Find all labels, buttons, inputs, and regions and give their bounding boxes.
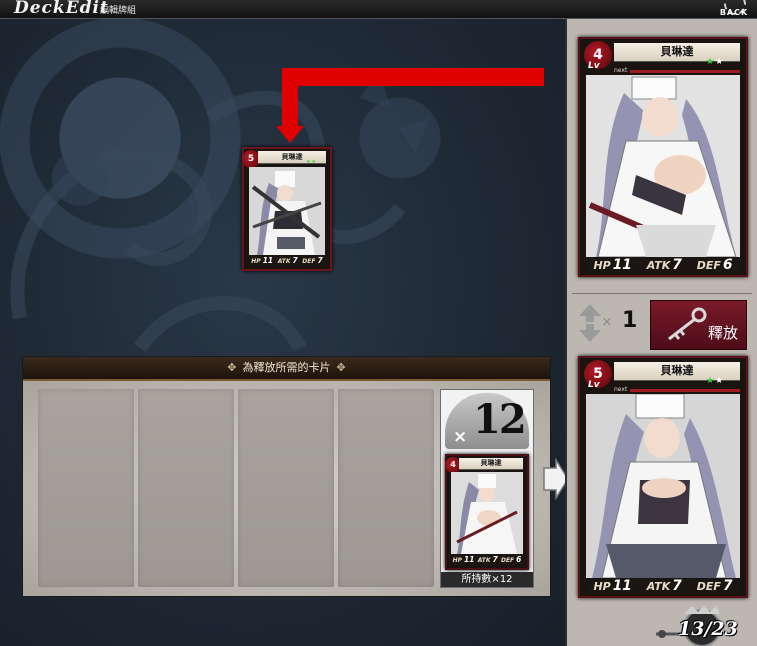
top-bar: DeckEdit 編輯牌組 BACK	[0, 0, 757, 19]
empty-card-slot[interactable]	[338, 389, 434, 587]
def-stat: DEF 6	[696, 257, 733, 273]
requirement-panel: ✥ 為釋放所需的卡片 ✥ × 12 4 貝琳達 HP 11 ATK 7 DEF …	[22, 356, 551, 597]
empty-card-slot[interactable]	[38, 389, 134, 587]
hp-stat: HP 11	[251, 256, 274, 265]
owned-count-tombstone: × 12	[445, 393, 529, 449]
atk-stat: ATK 7	[646, 257, 682, 273]
ornament-icon: ✥	[227, 361, 237, 374]
exp-bar	[630, 70, 740, 73]
card-art	[451, 472, 523, 554]
requirement-body: × 12 4 貝琳達 HP 11 ATK 7 DEF 6 所持數×12	[23, 381, 550, 596]
requirement-title: 為釋放所需的卡片	[242, 361, 331, 374]
def-stat: DEF 6	[500, 555, 522, 564]
owned-caption: 所持數×12	[441, 572, 533, 587]
empty-card-slot[interactable]	[138, 389, 234, 587]
exp-bar	[630, 389, 740, 392]
card-name-plate: 貝琳達	[459, 458, 523, 470]
app-title: DeckEdit	[14, 0, 109, 18]
requirement-header: ✥ 為釋放所需的卡片 ✥	[23, 357, 550, 381]
release-label: 釋放	[707, 324, 738, 342]
card-art	[586, 75, 740, 257]
release-button[interactable]: 釋放	[650, 300, 747, 350]
card-name: 貝琳達	[281, 153, 303, 161]
up-down-icon[interactable]	[579, 304, 601, 342]
card-stats: HP 11 ATK 7 DEF 6	[451, 554, 523, 565]
release-row: × 1 釋放	[565, 296, 757, 352]
owned-card: 4 貝琳達 HP 11 ATK 7 DEF 6	[445, 454, 529, 570]
current-card[interactable]: 4 Lv 貝琳達 ★★ next HP 11 ATK 7 DEF 6	[578, 37, 748, 277]
card-art	[586, 394, 740, 578]
card-art	[249, 167, 325, 255]
next-label: next	[614, 67, 628, 74]
card-stats: HP 11 ATK 7 DEF 7	[586, 578, 740, 594]
ornament-icon: ✥	[336, 361, 346, 374]
release-count: 1	[622, 308, 638, 333]
lv-label: Lv	[588, 61, 600, 71]
times-symbol: ×	[601, 314, 613, 330]
atk-stat: ATK 7	[277, 256, 298, 265]
app-subtitle: 編輯牌組	[100, 6, 137, 16]
card-name: 貝琳達	[480, 459, 502, 467]
card-name: 貝琳達	[660, 45, 694, 58]
owned-count: 12	[473, 396, 527, 443]
back-button[interactable]: BACK	[715, 0, 753, 18]
hp-stat: HP 11	[593, 257, 632, 273]
def-stat: DEF 7	[696, 578, 733, 594]
atk-stat: ATK 7	[646, 578, 682, 594]
selected-card[interactable]: 5 貝琳達 ★★ HP 11 ATK 7 DEF 7	[242, 147, 332, 271]
times-symbol: ×	[453, 427, 468, 447]
card-name: 貝琳達	[660, 364, 694, 377]
card-stats: HP 11 ATK 7 DEF 6	[586, 257, 740, 273]
divider	[572, 293, 752, 294]
deck-count-text: 13/23	[678, 618, 738, 640]
rarity-stars: ★★	[706, 376, 725, 386]
key-icon	[668, 307, 707, 341]
next-label: next	[614, 386, 628, 393]
hp-stat: HP 11	[452, 555, 475, 564]
card-stats: HP 11 ATK 7 DEF 7	[249, 255, 325, 266]
atk-stat: ATK 7	[477, 555, 498, 564]
back-label: BACK	[719, 8, 749, 17]
arrow-down-icon	[276, 68, 544, 143]
owned-card-box[interactable]: × 12 4 貝琳達 HP 11 ATK 7 DEF 6 所持數×12	[440, 389, 534, 588]
level-value: 4	[450, 460, 456, 469]
def-stat: DEF 7	[302, 256, 323, 265]
lv-label: Lv	[588, 380, 600, 390]
level-value: 5	[247, 154, 255, 164]
result-card[interactable]: 5 Lv 貝琳達 ★★ next HP 11 ATK 7 DEF 7	[578, 356, 748, 598]
hp-stat: HP 11	[593, 578, 632, 594]
rarity-stars: ★★	[706, 57, 725, 67]
rarity-stars: ★★	[306, 159, 317, 165]
empty-card-slot[interactable]	[238, 389, 334, 587]
deck-counter: 13/23	[656, 604, 756, 646]
